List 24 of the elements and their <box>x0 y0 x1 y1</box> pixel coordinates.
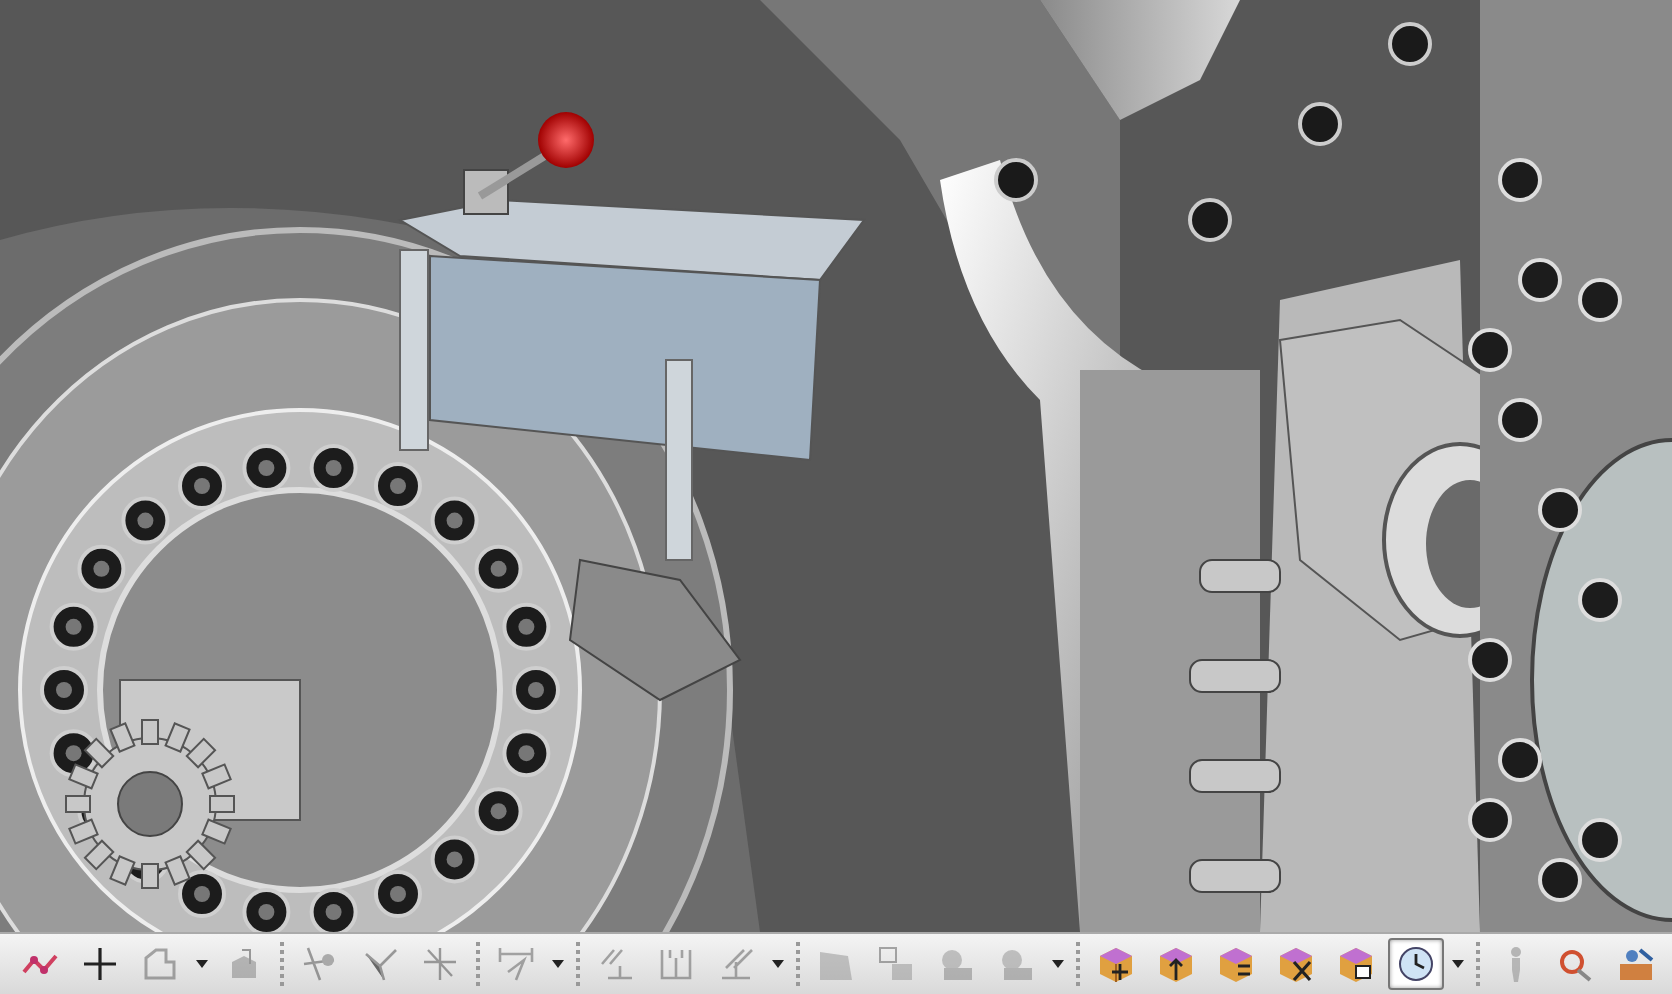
parallel-icon <box>596 944 636 984</box>
caret-icon <box>196 960 208 968</box>
line-icon <box>360 944 400 984</box>
caret-icon <box>1452 960 1464 968</box>
toolbar-button[interactable] <box>1388 938 1444 990</box>
cube-icon <box>1216 944 1256 984</box>
dimension-icon <box>496 944 536 984</box>
cube-icon <box>1096 944 1136 984</box>
line-icon <box>300 944 340 984</box>
magnifier-icon <box>1556 944 1596 984</box>
scene-icon <box>1616 944 1656 984</box>
frame-icon <box>656 944 696 984</box>
plus-icon <box>80 944 120 984</box>
figure-icon <box>1510 946 1522 982</box>
angle-icon <box>716 944 756 984</box>
caret-icon <box>1052 960 1064 968</box>
boxes-icon <box>876 944 916 984</box>
cube-icon <box>1336 944 1376 984</box>
line-icon <box>420 944 460 984</box>
caret-icon <box>552 960 564 968</box>
clock-icon <box>1396 944 1436 984</box>
cube-icon <box>1276 944 1316 984</box>
caret-icon <box>772 960 784 968</box>
cube-icon <box>1156 944 1196 984</box>
